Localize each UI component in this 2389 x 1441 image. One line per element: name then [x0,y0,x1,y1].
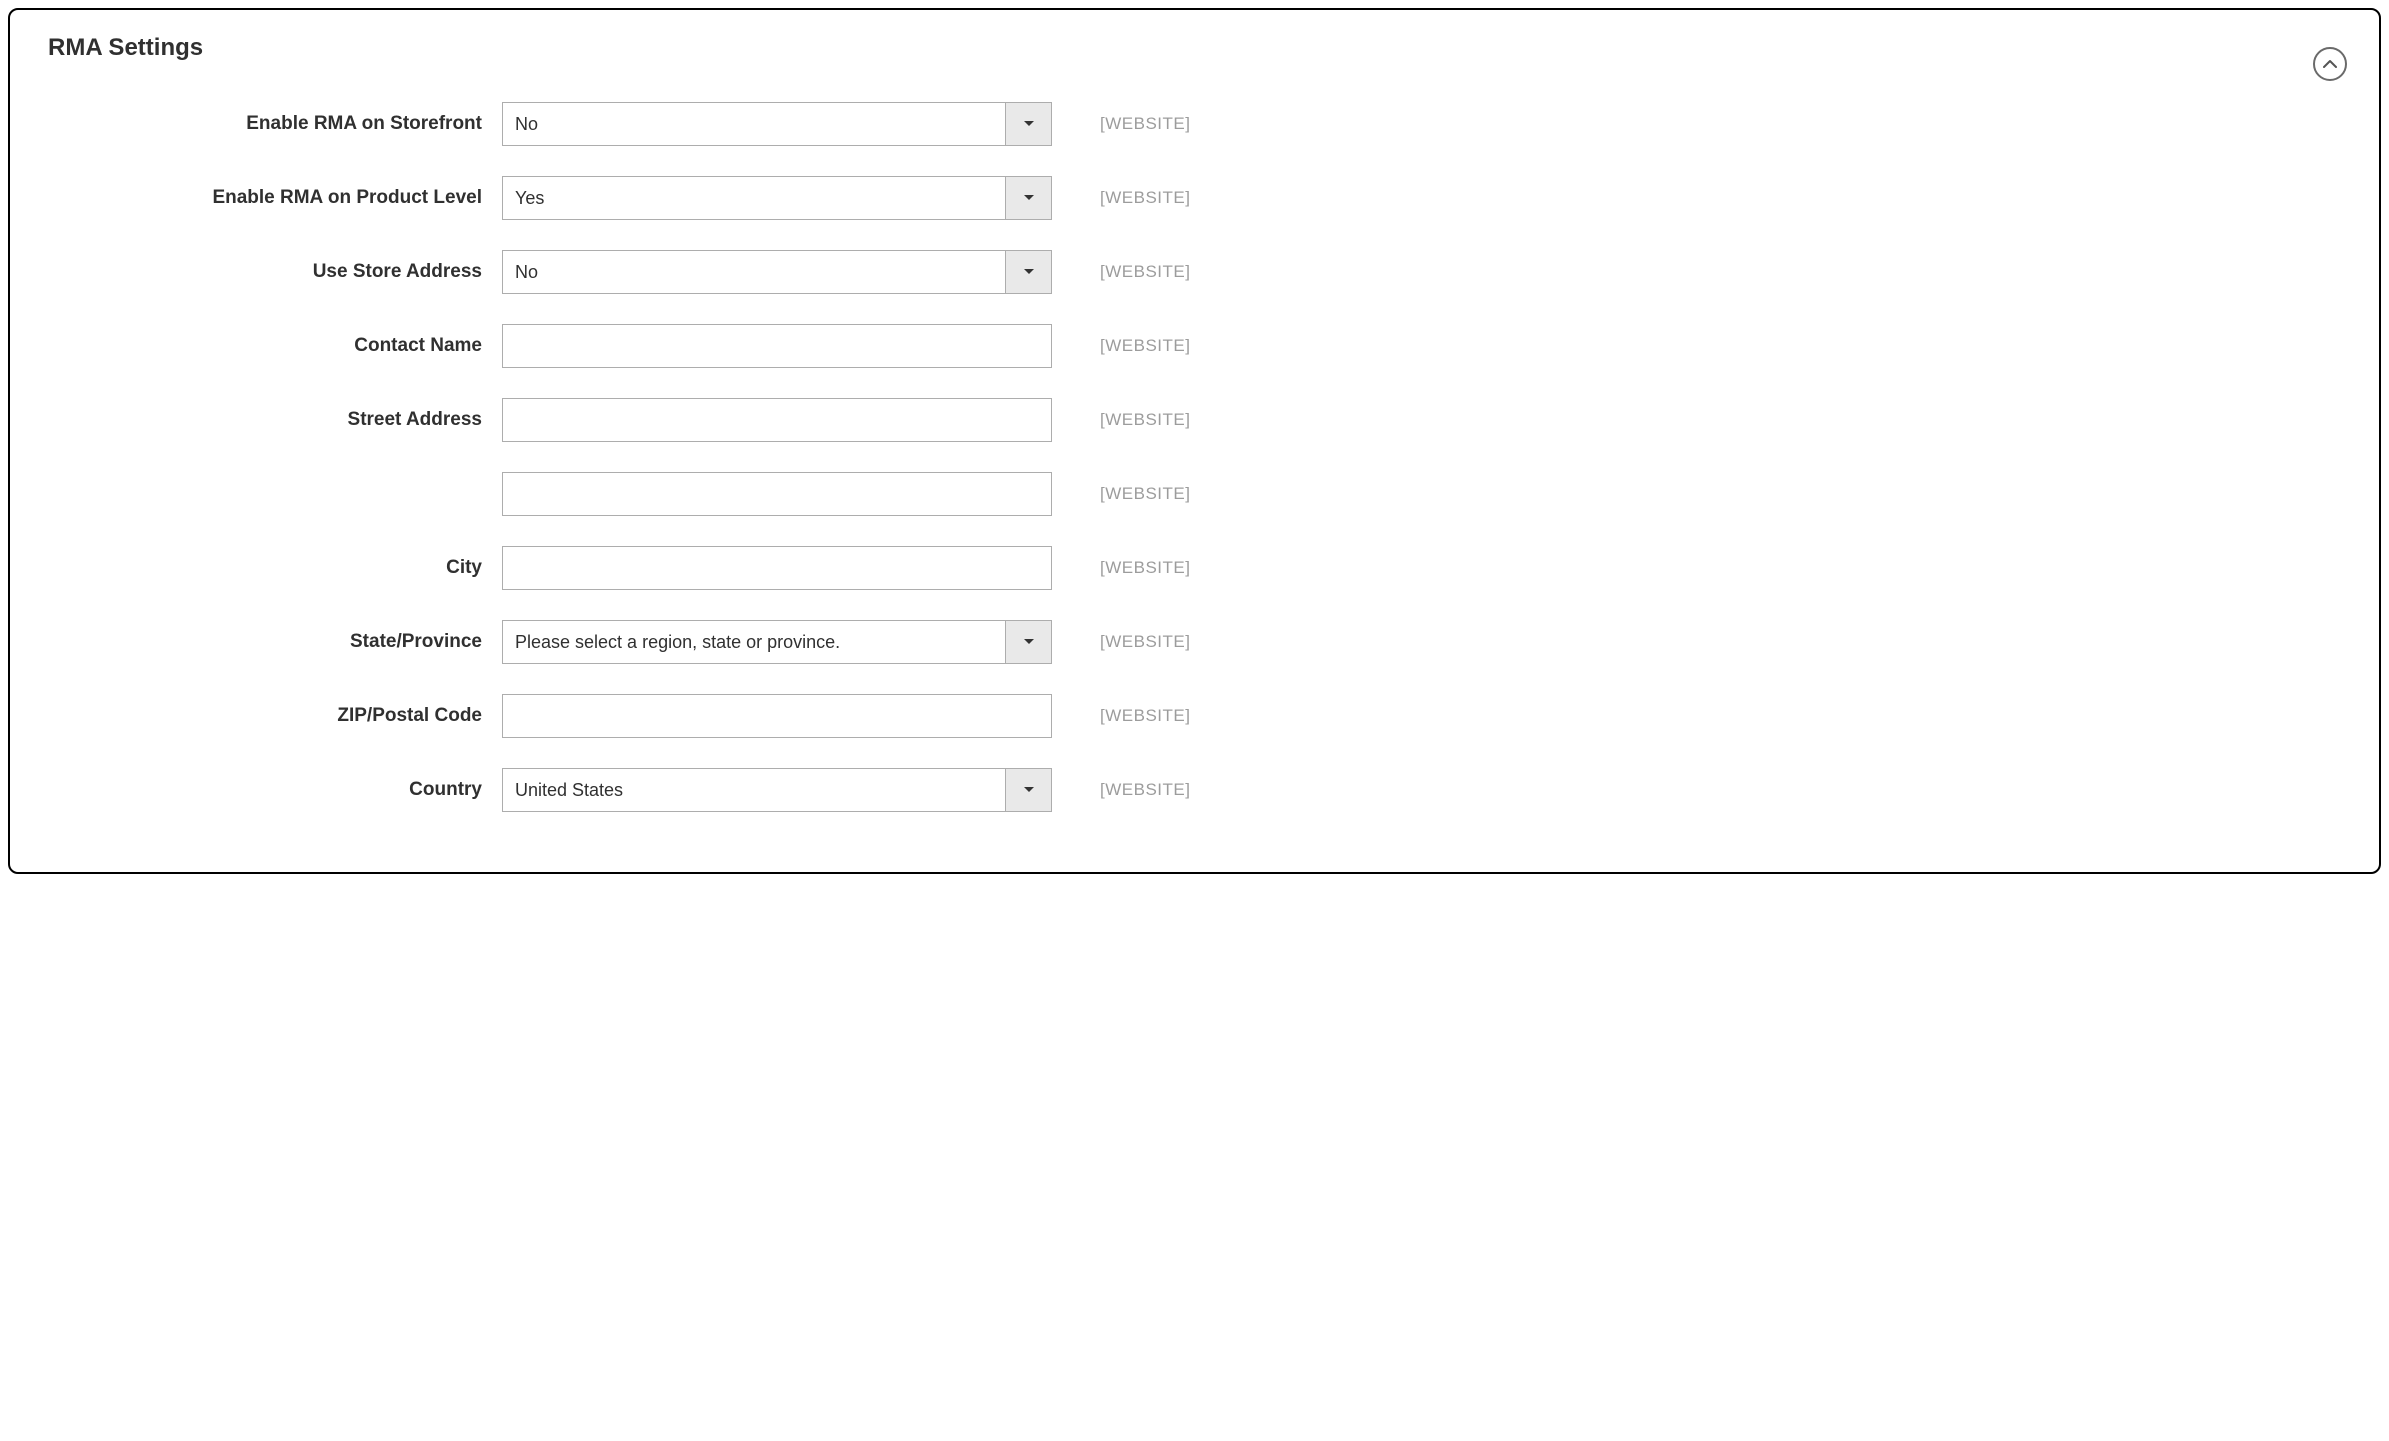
chevron-down-icon [1005,251,1051,293]
select-value-use-store-address: No [503,262,1005,283]
collapse-toggle[interactable] [2313,47,2347,81]
label-use-store-address: Use Store Address [42,261,502,283]
input-street-address-2[interactable] [502,472,1052,516]
select-value-enable-storefront: No [503,114,1005,135]
row-city: City [WEBSITE] [42,546,2347,590]
label-street-address: Street Address [42,409,502,431]
panel-header: RMA Settings [42,28,2347,102]
select-value-state-province: Please select a region, state or provinc… [503,632,1005,653]
input-contact-name[interactable] [502,324,1052,368]
label-enable-product: Enable RMA on Product Level [42,187,502,209]
form-rows: Enable RMA on Storefront No [WEBSITE] En… [42,102,2347,812]
select-value-country: United States [503,780,1005,801]
chevron-down-icon [1005,103,1051,145]
select-country[interactable]: United States [502,768,1052,812]
scope-zip: [WEBSITE] [1052,706,1190,726]
scope-country: [WEBSITE] [1052,780,1190,800]
row-use-store-address: Use Store Address No [WEBSITE] [42,250,2347,294]
label-state-province: State/Province [42,631,502,653]
label-zip: ZIP/Postal Code [42,705,502,727]
label-country: Country [42,779,502,801]
input-city[interactable] [502,546,1052,590]
row-zip: ZIP/Postal Code [WEBSITE] [42,694,2347,738]
scope-street-address-2: [WEBSITE] [1052,484,1190,504]
select-value-enable-product: Yes [503,188,1005,209]
scope-enable-product: [WEBSITE] [1052,188,1190,208]
select-use-store-address[interactable]: No [502,250,1052,294]
label-city: City [42,557,502,579]
row-state-province: State/Province Please select a region, s… [42,620,2347,664]
rma-settings-panel: RMA Settings Enable RMA on Storefront No… [8,8,2381,874]
panel-title: RMA Settings [48,34,203,62]
chevron-up-icon [2323,59,2337,69]
input-zip[interactable] [502,694,1052,738]
scope-street-address: [WEBSITE] [1052,410,1190,430]
select-state-province[interactable]: Please select a region, state or provinc… [502,620,1052,664]
chevron-down-icon [1005,177,1051,219]
label-enable-storefront: Enable RMA on Storefront [42,113,502,135]
select-enable-storefront[interactable]: No [502,102,1052,146]
select-enable-product[interactable]: Yes [502,176,1052,220]
label-contact-name: Contact Name [42,335,502,357]
input-street-address[interactable] [502,398,1052,442]
scope-city: [WEBSITE] [1052,558,1190,578]
scope-use-store-address: [WEBSITE] [1052,262,1190,282]
scope-state-province: [WEBSITE] [1052,632,1190,652]
chevron-down-icon [1005,621,1051,663]
chevron-down-icon [1005,769,1051,811]
row-enable-storefront: Enable RMA on Storefront No [WEBSITE] [42,102,2347,146]
row-street-address: Street Address [WEBSITE] [42,398,2347,442]
row-country: Country United States [WEBSITE] [42,768,2347,812]
row-street-address-2: [WEBSITE] [42,472,2347,516]
scope-contact-name: [WEBSITE] [1052,336,1190,356]
scope-enable-storefront: [WEBSITE] [1052,114,1190,134]
row-enable-product: Enable RMA on Product Level Yes [WEBSITE… [42,176,2347,220]
row-contact-name: Contact Name [WEBSITE] [42,324,2347,368]
